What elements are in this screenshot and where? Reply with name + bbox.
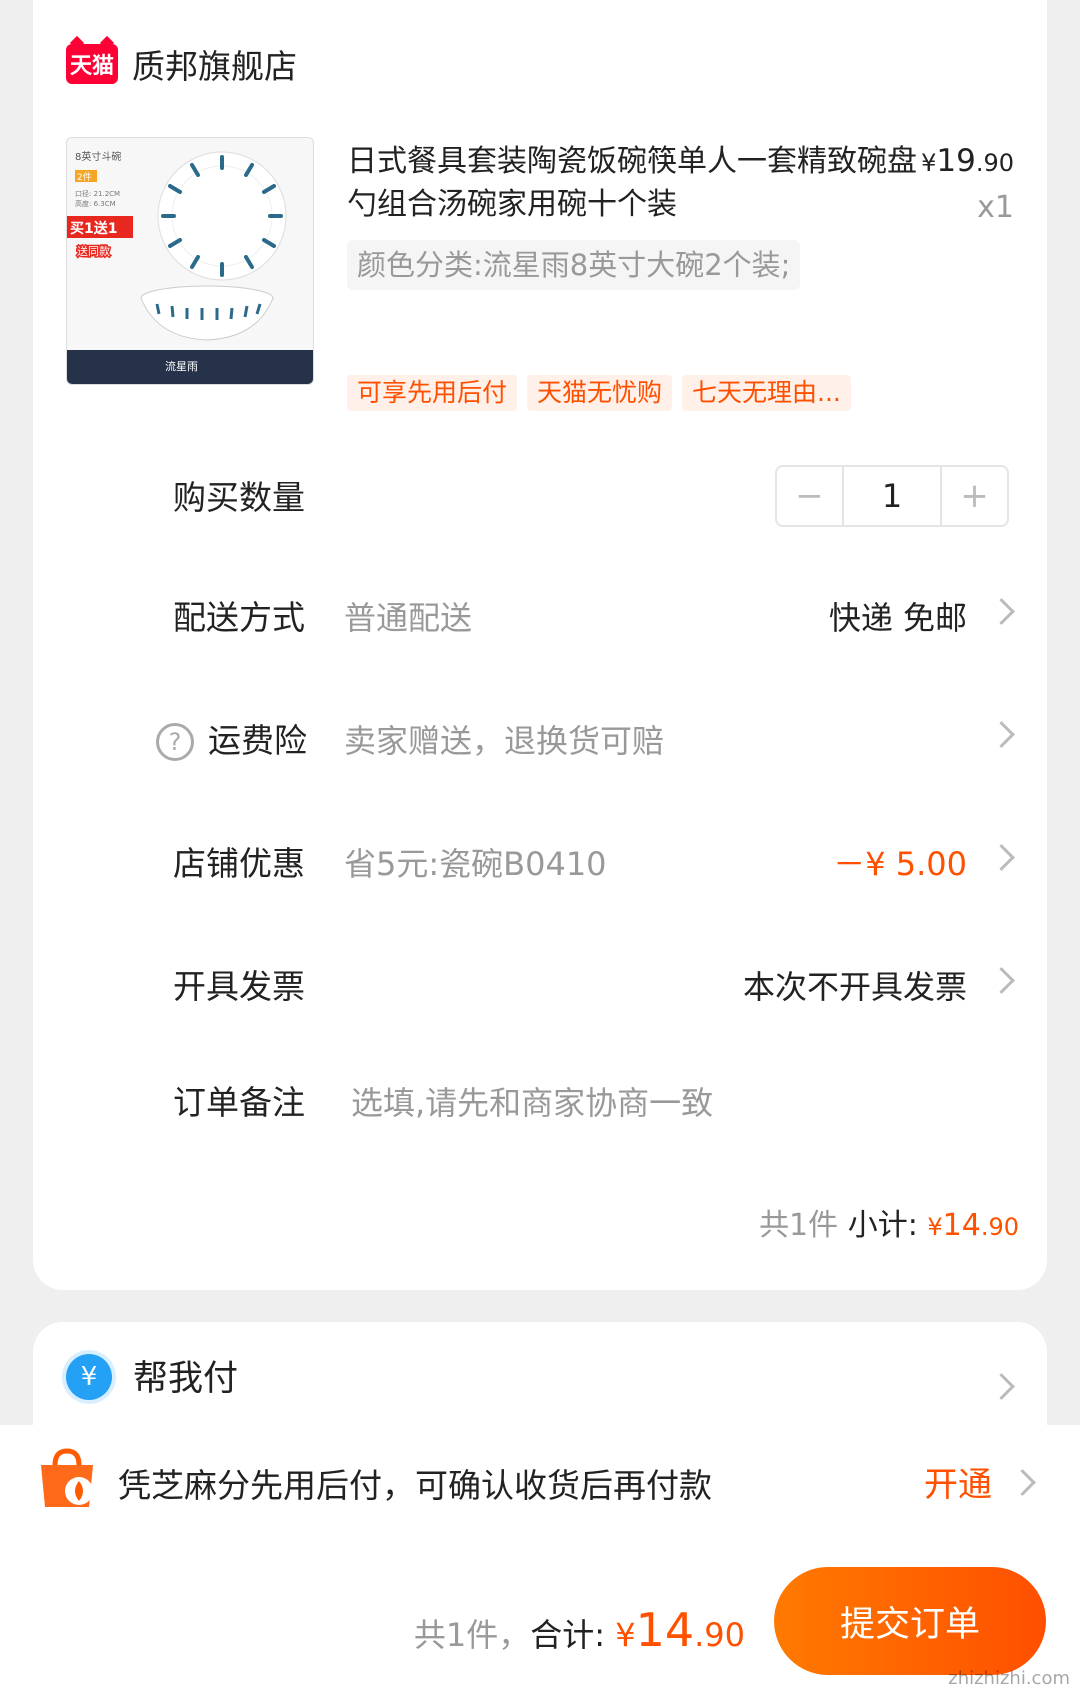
invoice-value: 本次不开具发票 xyxy=(742,968,967,1006)
delivery-method: 快递 免邮 xyxy=(828,599,967,637)
service-tags: 可享先用后付 天猫无忧购 七天无理由... xyxy=(347,375,851,411)
chevron-right-icon xyxy=(1009,1469,1036,1496)
product-image[interactable]: 8英寸斗碗 2件 口径: 21.2CM 高度: 6.3CM 买1送1 送同款 流… xyxy=(66,137,314,385)
tag-tmall-worry-free[interactable]: 天猫无忧购 xyxy=(527,375,673,411)
shop-header[interactable]: 天猫 质邦旗舰店 xyxy=(66,42,297,86)
subtotal-int: 14 xyxy=(942,1208,981,1243)
pay-later-text: 凭芝麻分先用后付，可确认收货后再付款 xyxy=(118,1466,712,1505)
tag-seven-day-return[interactable]: 七天无理由... xyxy=(682,375,851,411)
total-currency: ¥ xyxy=(615,1616,636,1654)
yuan-icon: ¥ xyxy=(66,1354,112,1400)
invoice-label: 开具发票 xyxy=(173,967,305,1006)
shop-discount-label: 店铺优惠 xyxy=(173,844,305,883)
shop-discount-value: 省5元:瓷碗B0410 xyxy=(344,845,607,883)
price-int: 19 xyxy=(936,143,976,179)
delivery-row[interactable]: 配送方式 普通配送 快递 免邮 xyxy=(33,588,1047,648)
chevron-right-icon xyxy=(988,967,1015,994)
total-dec: .90 xyxy=(694,1616,745,1654)
shipping-insurance-value: 卖家赠送，退换货可赔 xyxy=(344,722,665,760)
subtotal-count: 共1件 xyxy=(759,1208,839,1243)
total-label: 合计: xyxy=(530,1616,606,1654)
order-card: 天猫 质邦旗舰店 8英寸斗碗 2件 口径: 21.2CM 高度: 6.3CM 买… xyxy=(33,0,1047,1290)
quantity-stepper[interactable]: − 1 + xyxy=(775,465,1009,527)
quantity-row: 购买数量 − 1 + xyxy=(33,465,1047,528)
sku-selector[interactable]: 颜色分类:流星雨8英寸大碗2个装; xyxy=(347,240,801,290)
spec2: 高度: 6.3CM xyxy=(75,199,116,208)
order-note-row: 订单备注 选填,请先和商家协商一致 xyxy=(33,1073,1047,1133)
enable-pay-later-button[interactable]: 开通 xyxy=(924,1457,992,1506)
shipping-insurance-row[interactable]: ? 运费险 卖家赠送，退换货可赔 xyxy=(33,711,1047,771)
pattern-name: 流星雨 xyxy=(165,359,198,373)
bowl-illustration: 8英寸斗碗 2件 口径: 21.2CM 高度: 6.3CM 买1送1 送同款 流… xyxy=(67,138,313,384)
chevron-right-icon xyxy=(988,598,1015,625)
pieces-label: 2件 xyxy=(77,171,92,183)
submit-order-button[interactable]: 提交订单 xyxy=(774,1567,1046,1675)
quantity-label: 购买数量 xyxy=(173,478,305,517)
order-note-input[interactable]: 选填,请先和商家协商一致 xyxy=(351,1073,713,1133)
increment-button[interactable]: + xyxy=(942,467,1007,525)
checkout-bar: 共1件，合计: ¥14.90 提交订单 zhizhizhi.com xyxy=(0,1555,1080,1695)
tag-pay-later[interactable]: 可享先用后付 xyxy=(347,375,518,411)
shipping-insurance-label: 运费险 xyxy=(208,721,307,760)
size-label: 8英寸斗碗 xyxy=(75,150,121,163)
delivery-label: 配送方式 xyxy=(173,598,305,637)
price-currency: ¥ xyxy=(921,149,937,177)
subtotal: 共1件 小计: ¥14.90 xyxy=(759,1200,1019,1244)
pay-later-banner[interactable]: 凭芝麻分先用后付，可确认收货后再付款 开通 xyxy=(0,1425,1080,1555)
subtotal-currency: ¥ xyxy=(927,1213,943,1241)
chevron-right-icon xyxy=(988,844,1015,871)
quantity-value[interactable]: 1 xyxy=(842,467,942,525)
price-dec: .90 xyxy=(975,149,1014,177)
chevron-right-icon xyxy=(988,721,1015,748)
help-icon[interactable]: ? xyxy=(156,723,194,761)
subtotal-label: 小计: xyxy=(847,1208,918,1243)
order-note-label: 订单备注 xyxy=(173,1083,305,1122)
order-total: 共1件，合计: ¥14.90 xyxy=(414,1603,745,1657)
spec1: 口径: 21.2CM xyxy=(75,189,120,198)
promo-label: 买1送1 xyxy=(70,220,117,237)
shop-name[interactable]: 质邦旗舰店 xyxy=(132,40,297,88)
total-int: 14 xyxy=(635,1603,695,1657)
product-title[interactable]: 日式餐具套装陶瓷饭碗筷单人一套精致碗盘勺组合汤碗家用碗十个装 xyxy=(347,140,917,226)
tmall-logo-icon: 天猫 xyxy=(66,44,118,84)
total-count: 共1件， xyxy=(413,1616,531,1654)
product-quantity: x1 xyxy=(977,190,1014,225)
invoice-row[interactable]: 开具发票 本次不开具发票 xyxy=(33,957,1047,1017)
product-price: ¥19.90 xyxy=(921,143,1014,179)
watermark: zhizhizhi.com xyxy=(948,1668,1070,1689)
shop-discount-row[interactable]: 店铺优惠 省5元:瓷碗B0410 －¥ 5.00 xyxy=(33,834,1047,894)
subtotal-dec: .90 xyxy=(980,1213,1019,1241)
promo-sub: 送同款 xyxy=(77,244,110,258)
decrement-button[interactable]: − xyxy=(777,467,842,525)
help-pay-label: 帮我付 xyxy=(133,1359,239,1399)
shopping-bag-icon xyxy=(41,1448,93,1507)
delivery-value: 普通配送 xyxy=(344,599,473,637)
chevron-right-icon xyxy=(988,1373,1015,1400)
shop-discount-amount: －¥ 5.00 xyxy=(833,845,967,883)
